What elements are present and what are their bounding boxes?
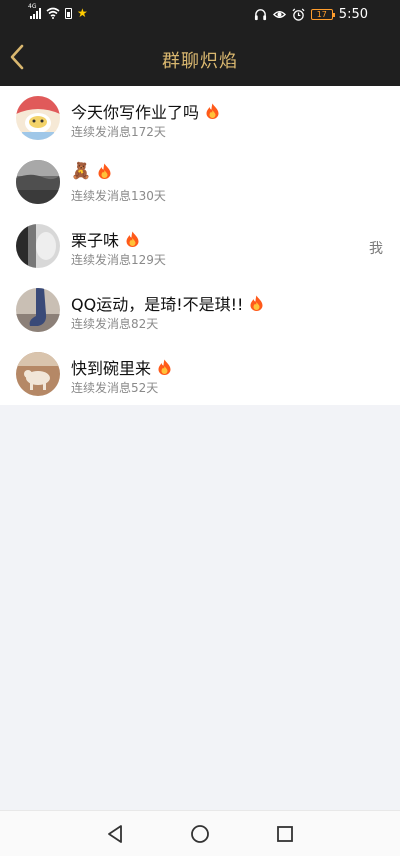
system-nav-bar — [0, 810, 400, 856]
list-item[interactable]: 栗子味 连续发消息129天 我 — [0, 214, 400, 278]
status-bar: 4G ★ 17 5:50 — [0, 0, 400, 30]
clock: 5:50 — [338, 7, 368, 22]
group-name-text: 今天你写作业了吗 — [71, 103, 200, 122]
nav-recents-button[interactable] — [274, 823, 296, 845]
list-item[interactable]: 🧸 连续发消息130天 — [0, 150, 400, 214]
network-type: 4G — [28, 3, 37, 10]
list-item[interactable]: 今天你写作业了吗 连续发消息172天 — [0, 86, 400, 150]
group-name: 快到碗里来 — [71, 355, 172, 379]
landscape-avatar — [16, 160, 60, 204]
nav-back-button[interactable] — [104, 823, 126, 845]
page-title: 群聊炽焰 — [162, 51, 238, 72]
fire-icon — [206, 103, 219, 119]
group-list: 今天你写作业了吗 连续发消息172天 🧸 连续发消息130天 栗子味 连续发消息… — [0, 86, 400, 405]
star-icon: ★ — [77, 6, 88, 20]
sim-icon — [65, 7, 72, 19]
group-name-text: 栗子味 — [71, 231, 120, 250]
dog-photo-avatar — [16, 352, 60, 396]
streak-text: 连续发消息130天 — [71, 189, 166, 203]
circle-home-icon — [191, 825, 209, 843]
cartoon-avatar — [16, 96, 60, 140]
fire-icon — [250, 295, 263, 311]
group-name-text: 快到碗里来 — [71, 359, 152, 378]
fire-icon — [158, 359, 171, 375]
streak-text: 连续发消息172天 — [71, 125, 166, 139]
group-name: 栗子味 — [71, 227, 140, 251]
eye-icon — [272, 11, 286, 18]
sock-photo-avatar — [16, 288, 60, 332]
avatar — [16, 160, 60, 204]
bw-photo-avatar — [16, 224, 60, 268]
list-item[interactable]: 快到碗里来 连续发消息52天 — [0, 342, 400, 406]
avatar — [16, 288, 60, 332]
group-name: 🧸 — [71, 163, 112, 179]
avatar — [16, 224, 60, 268]
streak-text: 连续发消息82天 — [71, 317, 159, 331]
alarm-icon — [292, 8, 305, 21]
group-name-text: QQ运动，是琦!不是琪!! — [71, 295, 244, 314]
signal-icon: 4G — [28, 3, 41, 19]
streak-text: 连续发消息129天 — [71, 253, 166, 267]
nav-home-button[interactable] — [189, 823, 211, 845]
square-recents-icon — [277, 826, 293, 842]
fire-icon — [126, 231, 139, 247]
wifi-icon — [46, 7, 60, 19]
status-right: 17 5:50 — [254, 7, 368, 22]
triangle-back-icon — [108, 825, 122, 843]
battery-level: 17 — [316, 10, 327, 19]
streak-text: 连续发消息52天 — [71, 381, 159, 395]
right-label: 我 — [369, 241, 383, 257]
header: 群聊炽焰 — [0, 30, 400, 86]
group-name-text: 🧸 — [71, 161, 91, 180]
battery-icon: 17 — [310, 9, 335, 20]
headphones-icon — [254, 9, 266, 21]
group-name: QQ运动，是琦!不是琪!! — [71, 291, 264, 315]
list-item[interactable]: QQ运动，是琦!不是琪!! 连续发消息82天 — [0, 278, 400, 342]
fire-icon — [98, 163, 111, 179]
avatar — [16, 96, 60, 140]
status-left: 4G ★ — [28, 3, 88, 20]
group-name: 今天你写作业了吗 — [71, 99, 220, 123]
avatar — [16, 352, 60, 396]
